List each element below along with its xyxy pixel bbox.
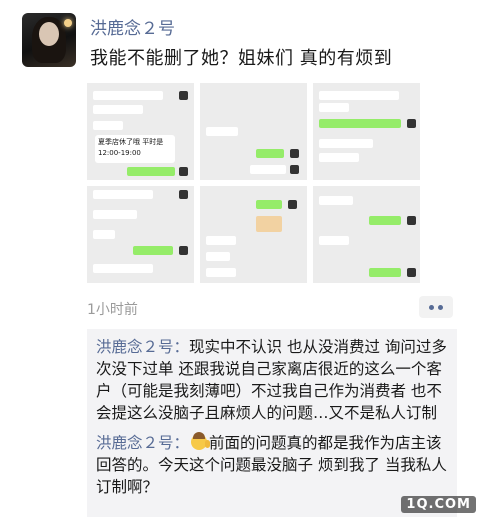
avatar-sparkle [64,19,72,27]
dot-icon [429,304,434,310]
author-avatar[interactable] [22,13,76,67]
more-actions-button[interactable] [419,296,453,318]
comment-item[interactable]: 洪鹿念２号：现实中不认识 也从没消费过 询问过多次没下过单 还跟我说自己家离店很… [96,336,449,424]
facepalm-emoji-icon [191,432,211,450]
image-thumb-6[interactable] [313,186,420,283]
comment-item[interactable]: 洪鹿念２号： 前面的问题真的都是我作为店主该回答的。今天这个问题最没脑子 烦到我了… [96,432,449,498]
post-author-name[interactable]: 洪鹿念２号 [90,14,175,39]
image-thumb-3[interactable] [313,83,420,180]
dot-icon [438,304,443,310]
comments-panel: 洪鹿念２号：现实中不认识 也从没消费过 询问过多次没下过单 还跟我说自己家离店很… [87,329,457,517]
thumb-text-1: 夏季店休了哦 平时是 [98,138,164,146]
image-thumb-5[interactable] [200,186,307,283]
avatar-face [39,22,59,46]
post-text: 我能不能删了她？姐妹们 真的有烦到 [90,48,393,69]
comment-author[interactable]: 洪鹿念２号 [96,434,174,452]
thumb-text-2: 12:00-19:00 [98,149,141,157]
post-time: 1小时前 [87,302,138,318]
image-grid: 夏季店休了哦 平时是 12:00-19:00 [87,83,420,283]
image-thumb-4[interactable] [87,186,194,283]
image-thumb-1[interactable]: 夏季店休了哦 平时是 12:00-19:00 [87,83,194,180]
image-thumb-2[interactable] [200,83,307,180]
comment-author[interactable]: 洪鹿念２号 [96,338,174,356]
watermark-logo: 1Q.COM [401,496,476,513]
